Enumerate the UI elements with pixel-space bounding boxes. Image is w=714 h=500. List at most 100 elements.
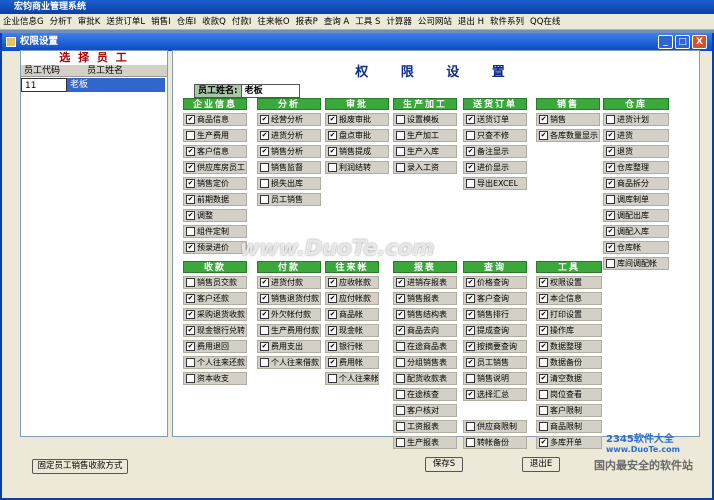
checkbox[interactable]: ✔ [466, 342, 475, 351]
perm-item[interactable]: ✔ 外欠帐付款 [257, 308, 321, 321]
perm-item[interactable]: ✔ 按摘要查询 [463, 340, 527, 353]
perm-item[interactable]: ✔ 权限设置 [536, 276, 602, 289]
checkbox[interactable] [396, 342, 405, 351]
employee-name-cell[interactable]: 老板 [67, 78, 165, 92]
checkbox[interactable] [396, 390, 405, 399]
perm-item[interactable]: ✔ 本企信息 [536, 292, 602, 305]
perm-item[interactable]: ✔ 销售排行 [463, 308, 527, 321]
perm-item[interactable]: 销售监督 [257, 161, 321, 174]
perm-item[interactable]: 库间调配帐 [603, 257, 669, 270]
checkbox[interactable] [186, 227, 195, 236]
menu-item[interactable]: 付款I [229, 14, 255, 29]
perm-item[interactable]: ✔ 商品帐 [325, 308, 379, 321]
perm-item[interactable]: ✔ 销售 [536, 113, 600, 126]
checkbox[interactable]: ✔ [396, 310, 405, 319]
perm-item[interactable]: 分组销售表 [393, 356, 457, 369]
perm-item[interactable]: 生产加工 [393, 129, 457, 142]
perm-item[interactable]: ✔ 商品拆分 [603, 177, 669, 190]
checkbox[interactable] [466, 374, 475, 383]
checkbox[interactable] [186, 278, 195, 287]
perm-item[interactable]: ✔ 选择汇总 [463, 388, 527, 401]
perm-item[interactable]: ✔ 各库数量显示 [536, 129, 600, 142]
perm-item[interactable]: ✔ 现金帐 [325, 324, 379, 337]
perm-item[interactable]: ✔ 调配入库 [603, 225, 669, 238]
checkbox[interactable]: ✔ [466, 326, 475, 335]
perm-item[interactable]: 只查不修 [463, 129, 527, 142]
checkbox[interactable]: ✔ [328, 278, 337, 287]
perm-item[interactable]: 生产报表 [393, 436, 457, 449]
perm-item[interactable]: 个人往来还款 [183, 356, 247, 369]
checkbox[interactable]: ✔ [328, 358, 337, 367]
perm-item[interactable]: ✔ 数据整理 [536, 340, 602, 353]
menu-item[interactable]: 分析T [47, 14, 75, 29]
checkbox[interactable] [396, 422, 405, 431]
checkbox[interactable]: ✔ [466, 278, 475, 287]
perm-item[interactable]: 个人往来帐 [325, 372, 379, 385]
checkbox[interactable]: ✔ [186, 147, 195, 156]
perm-item[interactable]: ✔ 费用退回 [183, 340, 247, 353]
perm-item[interactable]: ✔ 盘点审批 [325, 129, 389, 142]
menu-item[interactable]: 报表P [293, 14, 321, 29]
perm-item[interactable]: ✔ 调配出库 [603, 209, 669, 222]
menu-item[interactable]: 软件系列 [487, 14, 527, 29]
perm-item[interactable]: 组件定制 [183, 225, 247, 238]
perm-item[interactable]: ✔ 销售定价 [183, 177, 247, 190]
checkbox[interactable]: ✔ [466, 115, 475, 124]
maximize-button[interactable]: □ [675, 35, 690, 49]
fixed-payment-button[interactable]: 固定员工销售收款方式 [32, 459, 128, 474]
table-row[interactable]: 11 老板 [21, 78, 167, 92]
checkbox[interactable] [396, 438, 405, 447]
checkbox[interactable]: ✔ [606, 179, 615, 188]
perm-item[interactable]: ✔ 进价显示 [463, 161, 527, 174]
perm-item[interactable]: 客户限制 [536, 404, 602, 417]
checkbox[interactable]: ✔ [539, 310, 548, 319]
perm-item[interactable]: ✔ 仓库帐 [603, 241, 669, 254]
checkbox[interactable] [396, 131, 405, 140]
perm-item[interactable]: ✔ 进货付款 [257, 276, 321, 289]
perm-item[interactable]: 利润结转 [325, 161, 389, 174]
perm-item[interactable]: ✔ 客户查询 [463, 292, 527, 305]
checkbox[interactable] [328, 163, 337, 172]
perm-item[interactable]: 资本收支 [183, 372, 247, 385]
checkbox[interactable]: ✔ [539, 326, 548, 335]
checkbox[interactable]: ✔ [466, 147, 475, 156]
perm-item[interactable]: 供应商限制 [463, 420, 527, 433]
perm-item[interactable]: 生产费用付款 [257, 324, 321, 337]
checkbox[interactable]: ✔ [466, 163, 475, 172]
checkbox[interactable]: ✔ [260, 342, 269, 351]
menu-item[interactable]: 退出 H [455, 14, 487, 29]
perm-item[interactable]: 生产入库 [393, 145, 457, 158]
checkbox[interactable] [466, 179, 475, 188]
perm-item[interactable]: ✔ 进货分析 [257, 129, 321, 142]
perm-item[interactable]: ✔ 银行帐 [325, 340, 379, 353]
checkbox[interactable]: ✔ [466, 358, 475, 367]
perm-item[interactable]: ✔ 销售提成 [325, 145, 389, 158]
exit-button[interactable]: 退出E [522, 457, 560, 472]
perm-item[interactable]: ✔ 前期数据 [183, 193, 247, 206]
perm-item[interactable]: 配货收款表 [393, 372, 457, 385]
checkbox[interactable] [260, 195, 269, 204]
perm-item[interactable]: ✔ 客户还款 [183, 292, 247, 305]
perm-item[interactable]: ✔ 销售报表 [393, 292, 457, 305]
menu-item[interactable]: 收款Q [199, 14, 229, 29]
checkbox[interactable]: ✔ [396, 294, 405, 303]
checkbox[interactable]: ✔ [186, 310, 195, 319]
perm-item[interactable]: ✔ 销售分析 [257, 145, 321, 158]
checkbox[interactable]: ✔ [539, 278, 548, 287]
checkbox[interactable] [539, 422, 548, 431]
menu-item[interactable]: 工具 S [352, 14, 383, 29]
checkbox[interactable] [606, 259, 615, 268]
minimize-button[interactable]: _ [658, 35, 673, 49]
checkbox[interactable]: ✔ [539, 115, 548, 124]
checkbox[interactable]: ✔ [606, 243, 615, 252]
checkbox[interactable] [539, 406, 548, 415]
perm-item[interactable]: ✔ 仓库整理 [603, 161, 669, 174]
checkbox[interactable]: ✔ [606, 211, 615, 220]
checkbox[interactable] [539, 358, 548, 367]
perm-item[interactable]: 损失出库 [257, 177, 321, 190]
perm-item[interactable]: ✔ 销售退货付款 [257, 292, 321, 305]
checkbox[interactable]: ✔ [466, 294, 475, 303]
perm-item[interactable]: ✔ 费用帐 [325, 356, 379, 369]
perm-item[interactable]: ✔ 商品去向 [393, 324, 457, 337]
perm-item[interactable]: 个人往来借款 [257, 356, 321, 369]
